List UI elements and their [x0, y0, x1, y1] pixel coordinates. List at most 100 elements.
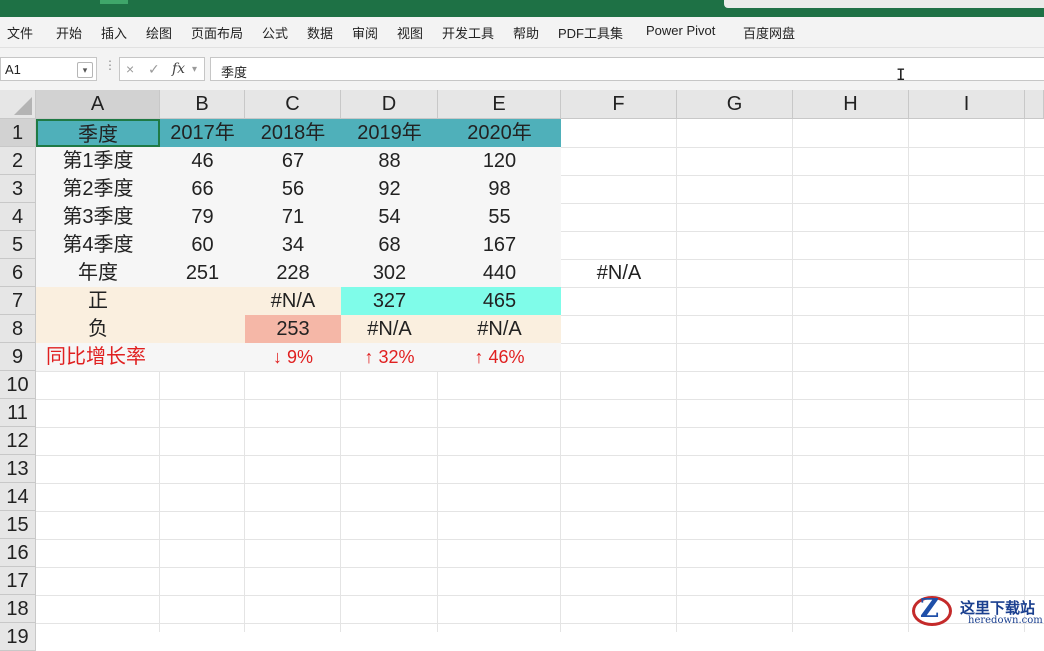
cell-c8[interactable]: 253: [245, 315, 341, 343]
select-all-button[interactable]: [0, 90, 36, 119]
column-header-h[interactable]: H: [793, 90, 909, 119]
tab-baidu-netdisk[interactable]: 百度网盘: [743, 23, 795, 42]
cell-e6[interactable]: 440: [438, 259, 561, 287]
tab-page-layout[interactable]: 页面布局: [191, 23, 243, 42]
cell-b5[interactable]: 60: [160, 231, 245, 259]
cell-d7[interactable]: 327: [341, 287, 438, 315]
cell-d1[interactable]: 2019年: [341, 119, 438, 147]
row-header-14[interactable]: 14: [0, 483, 36, 511]
drag-handle-icon[interactable]: ⋮: [104, 58, 116, 72]
cell-a6[interactable]: 年度: [36, 259, 160, 287]
cell-d5[interactable]: 68: [341, 231, 438, 259]
cell-e5[interactable]: 167: [438, 231, 561, 259]
row-header-9[interactable]: 9: [0, 343, 36, 371]
cell-a9[interactable]: 同比增长率: [36, 343, 160, 371]
row-header-12[interactable]: 12: [0, 427, 36, 455]
cell-a5[interactable]: 第4季度: [36, 231, 160, 259]
cell-b2[interactable]: 46: [160, 147, 245, 175]
tab-developer[interactable]: 开发工具: [442, 23, 494, 42]
chevron-down-icon[interactable]: ▾: [192, 64, 197, 75]
tab-home[interactable]: 开始: [56, 23, 82, 42]
cancel-icon[interactable]: ×: [126, 61, 134, 77]
grid-line: [36, 399, 1044, 400]
cell-d2[interactable]: 88: [341, 147, 438, 175]
row-header-6[interactable]: 6: [0, 259, 36, 287]
cell-c6[interactable]: 228: [245, 259, 341, 287]
cell-e3[interactable]: 98: [438, 175, 561, 203]
column-header-d[interactable]: D: [341, 90, 438, 119]
cell-d9[interactable]: ↑ 32%: [341, 343, 438, 371]
cell-b4[interactable]: 79: [160, 203, 245, 231]
cell-e4[interactable]: 55: [438, 203, 561, 231]
row-header-18[interactable]: 18: [0, 595, 36, 623]
fx-icon[interactable]: fx: [172, 61, 185, 77]
row-header-8[interactable]: 8: [0, 315, 36, 343]
row-header-13[interactable]: 13: [0, 455, 36, 483]
cell-b9[interactable]: [160, 343, 245, 371]
cell-b8[interactable]: [160, 315, 245, 343]
cell-a2[interactable]: 第1季度: [36, 147, 160, 175]
tab-review[interactable]: 审阅: [352, 23, 378, 42]
cell-c2[interactable]: 67: [245, 147, 341, 175]
row-header-2[interactable]: 2: [0, 147, 36, 175]
column-header-e[interactable]: E: [438, 90, 561, 119]
column-header-a[interactable]: A: [36, 90, 160, 119]
row-header-1[interactable]: 1: [0, 119, 36, 147]
row-header-19[interactable]: 19: [0, 623, 36, 651]
tab-pdf-tools[interactable]: PDF工具集: [558, 23, 623, 42]
column-header-j[interactable]: [1025, 90, 1044, 119]
cell-d3[interactable]: 92: [341, 175, 438, 203]
cell-e1[interactable]: 2020年: [438, 119, 561, 147]
tab-power-pivot[interactable]: Power Pivot: [646, 23, 715, 38]
cell-a7[interactable]: 正: [36, 287, 160, 315]
cell-c1[interactable]: 2018年: [245, 119, 341, 147]
formula-input[interactable]: 季度: [210, 57, 1044, 81]
cell-d6[interactable]: 302: [341, 259, 438, 287]
cell-d4[interactable]: 54: [341, 203, 438, 231]
column-header-f[interactable]: F: [561, 90, 677, 119]
tab-help[interactable]: 帮助: [513, 23, 539, 42]
cell-f6[interactable]: #N/A: [561, 259, 677, 287]
column-header-b[interactable]: B: [160, 90, 245, 119]
row-header-11[interactable]: 11: [0, 399, 36, 427]
cell-d8[interactable]: #N/A: [341, 315, 438, 343]
cell-c9[interactable]: ↓ 9%: [245, 343, 341, 371]
tab-view[interactable]: 视图: [397, 23, 423, 42]
check-icon[interactable]: ✓: [148, 61, 160, 78]
cell-a3[interactable]: 第2季度: [36, 175, 160, 203]
row-header-15[interactable]: 15: [0, 511, 36, 539]
cell-b6[interactable]: 251: [160, 259, 245, 287]
tab-insert[interactable]: 插入: [101, 23, 127, 42]
cell-e2[interactable]: 120: [438, 147, 561, 175]
row-header-4[interactable]: 4: [0, 203, 36, 231]
cell-c7[interactable]: #N/A: [245, 287, 341, 315]
cell-b1[interactable]: 2017年: [160, 119, 245, 147]
tab-formulas[interactable]: 公式: [262, 23, 288, 42]
tab-draw[interactable]: 绘图: [146, 23, 172, 42]
row-header-7[interactable]: 7: [0, 287, 36, 315]
cell-b3[interactable]: 66: [160, 175, 245, 203]
cell-a8[interactable]: 负: [36, 315, 160, 343]
cell-a1[interactable]: 季度: [36, 119, 160, 147]
column-header-i[interactable]: I: [909, 90, 1025, 119]
row-header-5[interactable]: 5: [0, 231, 36, 259]
cell-e9[interactable]: ↑ 46%: [438, 343, 561, 371]
cell-c5[interactable]: 34: [245, 231, 341, 259]
tab-file[interactable]: 文件: [7, 23, 33, 42]
cell-e8[interactable]: #N/A: [438, 315, 561, 343]
row-header-16[interactable]: 16: [0, 539, 36, 567]
search-box[interactable]: [724, 0, 1044, 8]
cell-c3[interactable]: 56: [245, 175, 341, 203]
column-header-g[interactable]: G: [677, 90, 793, 119]
column-header-c[interactable]: C: [245, 90, 341, 119]
cell-b7[interactable]: [160, 287, 245, 315]
tab-data[interactable]: 数据: [307, 23, 333, 42]
row-header-3[interactable]: 3: [0, 175, 36, 203]
name-box[interactable]: A1 ▾: [0, 57, 97, 81]
cell-e7[interactable]: 465: [438, 287, 561, 315]
row-header-17[interactable]: 17: [0, 567, 36, 595]
cell-c4[interactable]: 71: [245, 203, 341, 231]
row-header-10[interactable]: 10: [0, 371, 36, 399]
cell-a4[interactable]: 第3季度: [36, 203, 160, 231]
chevron-down-icon[interactable]: ▾: [77, 62, 93, 78]
